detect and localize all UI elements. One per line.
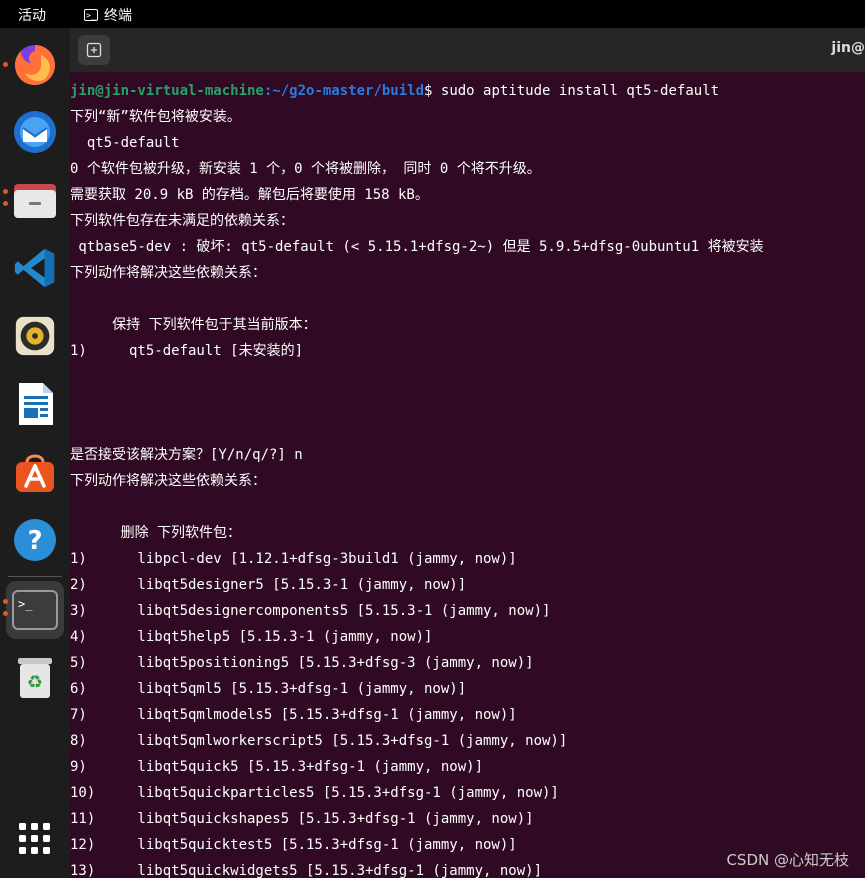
running-indicator: [3, 62, 8, 67]
output-line: 是否接受该解决方案？[Y/n/q/?] n: [70, 447, 303, 463]
svg-text:>_: >_: [18, 597, 33, 611]
output-line: 需要获取 20.9 kB 的存档。解包后将要使用 158 kB。: [70, 187, 429, 203]
output-line: 3) libqt5designercomponents5 [5.15.3-1 (…: [70, 603, 551, 619]
output-line: 0 个软件包被升级，新安装 1 个，0 个将被删除， 同时 0 个将不升级。: [70, 161, 541, 177]
dock-item-terminal[interactable]: >_: [3, 581, 64, 639]
dock-item-rhythmbox[interactable]: [6, 307, 64, 365]
output-line: 11) libqt5quickshapes5 [5.15.3+dfsg-1 (j…: [70, 811, 534, 827]
running-indicator: [3, 611, 8, 616]
dock-item-thunderbird[interactable]: [6, 103, 64, 161]
activities-button[interactable]: 活动: [18, 5, 46, 25]
output-line: 1) qt5-default [未安装的]: [70, 343, 304, 359]
svg-text:?: ?: [27, 526, 42, 556]
top-bar: 活动 >_ 终端: [0, 0, 865, 28]
dock-item-firefox[interactable]: [3, 36, 64, 94]
app-name: 终端: [104, 8, 132, 24]
dock-item-files[interactable]: [3, 171, 64, 229]
output-line: qt5-default: [70, 135, 180, 151]
output-line: 10) libqt5quickparticles5 [5.15.3+dfsg-1…: [70, 785, 559, 801]
output-line: 2) libqt5designer5 [5.15.3-1 (jammy, now…: [70, 577, 467, 593]
watermark: CSDN @心知无枝: [726, 851, 849, 869]
svg-text:♻: ♻: [27, 672, 43, 693]
dock-item-vscode[interactable]: [6, 239, 64, 297]
document-icon: [19, 383, 53, 425]
window-title: jin@: [831, 40, 865, 56]
dock: ? >_ ♻: [0, 28, 70, 878]
output-line: qtbase5-dev : 破坏: qt5-default (< 5.15.1+…: [70, 239, 764, 255]
help-icon: ?: [14, 519, 56, 561]
running-indicator: [3, 599, 8, 604]
dock-item-writer[interactable]: [6, 375, 64, 433]
dock-separator: [8, 576, 62, 577]
app-menu[interactable]: >_ 终端: [84, 5, 132, 25]
running-indicator: [3, 189, 8, 194]
output-line: 9) libqt5quick5 [5.15.3+dfsg-1 (jammy, n…: [70, 759, 484, 775]
terminal-headerbar: jin@: [70, 28, 865, 72]
output-line: 8) libqt5qmlworkerscript5 [5.15.3+dfsg-1…: [70, 733, 568, 749]
output-line: 下列动作将解决这些依赖关系：: [70, 473, 266, 489]
prompt-user-host: jin@jin-virtual-machine: [70, 83, 264, 99]
speaker-icon: [15, 316, 55, 356]
output-line: 下列“新”软件包将被安装。: [70, 109, 241, 125]
output-line: 1) libpcl-dev [1.12.1+dfsg-3build1 (jamm…: [70, 551, 517, 567]
show-apps-button[interactable]: [6, 810, 64, 868]
grid-icon: [19, 823, 50, 854]
vscode-icon: [14, 248, 55, 288]
terminal-icon: >_: [84, 9, 98, 21]
thunderbird-icon: [14, 111, 56, 153]
new-tab-icon: [86, 42, 102, 58]
new-tab-button[interactable]: [78, 35, 110, 65]
running-indicator: [3, 201, 8, 206]
output-lines: 下列“新”软件包将被安装。 qt5-default 0 个软件包被升级，新安装 1…: [70, 104, 865, 878]
output-line: 6) libqt5qml5 [5.15.3+dfsg-1 (jammy, now…: [70, 681, 467, 697]
prompt-path: :~/g2o-master/build: [263, 83, 425, 99]
output-line: 下列软件包存在未满足的依赖关系：: [70, 213, 294, 229]
output-line: 下列动作将解决这些依赖关系：: [70, 265, 266, 281]
folder-icon: [14, 184, 56, 218]
dock-item-app-center[interactable]: [6, 443, 64, 501]
output-line: 7) libqt5qmlmodels5 [5.15.3+dfsg-1 (jamm…: [70, 707, 517, 723]
prompt-command: sudo aptitude install qt5-default: [432, 83, 720, 99]
firefox-icon: [15, 45, 55, 85]
terminal-icon: >_: [12, 590, 58, 630]
terminal-output[interactable]: jin@jin-virtual-machine:~/g2o-master/bui…: [70, 78, 865, 878]
trash-icon: ♻: [18, 658, 52, 698]
shopping-bag-icon: [16, 454, 54, 492]
dock-item-help[interactable]: ?: [6, 511, 64, 569]
output-line: 删除 下列软件包：: [70, 525, 242, 541]
output-line: 保持 下列软件包于其当前版本：: [70, 317, 317, 333]
prompt-line: jin@jin-virtual-machine:~/g2o-master/bui…: [70, 78, 865, 104]
dock-item-trash[interactable]: ♻: [6, 649, 64, 707]
output-line: 4) libqt5help5 [5.15.3-1 (jammy, now)]: [70, 629, 433, 645]
output-line: 5) libqt5positioning5 [5.15.3+dfsg-3 (ja…: [70, 655, 534, 671]
